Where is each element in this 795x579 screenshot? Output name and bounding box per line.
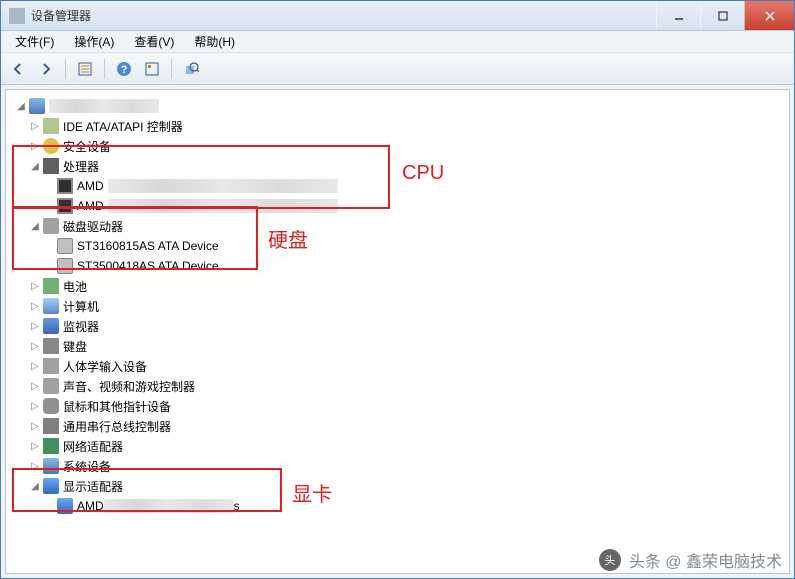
device-manager-window: 设备管理器 文件(F) 操作(A) 查看(V) 帮助(H) — [0, 0, 795, 579]
pc-icon — [43, 298, 59, 314]
display-item-icon — [57, 498, 73, 514]
expander-icon[interactable]: ▷ — [28, 459, 42, 473]
expander-icon[interactable]: ▷ — [28, 279, 42, 293]
tree-disk-item[interactable]: ST3500418AS ATA Device — [10, 256, 785, 276]
disk-item-icon — [57, 258, 73, 274]
toolbar-separator — [171, 59, 172, 79]
watermark-text: 头条 @ 鑫荣电脑技术 — [629, 548, 782, 572]
detail-button[interactable] — [141, 58, 163, 80]
disk-icon — [43, 218, 59, 234]
scan-button[interactable] — [180, 58, 202, 80]
computer-icon — [29, 98, 45, 114]
menu-help[interactable]: 帮助(H) — [184, 31, 245, 52]
monitor-icon — [43, 318, 59, 334]
expander-icon[interactable]: ▷ — [28, 359, 42, 373]
audio-icon — [43, 378, 59, 394]
minimize-button[interactable] — [656, 1, 700, 30]
expander-icon[interactable]: ▷ — [28, 119, 42, 133]
expander-icon[interactable]: ◢ — [14, 99, 28, 113]
help-button[interactable]: ? — [113, 58, 135, 80]
tree-root[interactable]: ◢ — [10, 96, 785, 116]
expander-icon[interactable]: ▷ — [28, 419, 42, 433]
forward-button[interactable] — [35, 58, 57, 80]
disk-item-icon — [57, 238, 73, 254]
expander-icon[interactable]: ◢ — [28, 219, 42, 233]
tree-audio[interactable]: ▷ 声音、视频和游戏控制器 — [10, 376, 785, 396]
tree-disk[interactable]: ◢ 磁盘驱动器 — [10, 216, 785, 236]
tree-keyboard[interactable]: ▷ 键盘 — [10, 336, 785, 356]
tree-system[interactable]: ▷ 系统设备 — [10, 456, 785, 476]
menubar: 文件(F) 操作(A) 查看(V) 帮助(H) — [1, 31, 794, 53]
tree-processor-item[interactable]: AMD — [10, 176, 785, 196]
tree-hid[interactable]: ▷ 人体学输入设备 — [10, 356, 785, 376]
properties-button[interactable] — [74, 58, 96, 80]
tree-display-item[interactable]: AMD s — [10, 496, 785, 516]
gpu-model-blurred — [104, 499, 234, 513]
expander-icon[interactable]: ▷ — [28, 439, 42, 453]
cpu-item-icon — [57, 198, 73, 214]
expander-icon[interactable]: ◢ — [28, 479, 42, 493]
app-icon — [9, 8, 25, 24]
maximize-button[interactable] — [700, 1, 744, 30]
tree-monitor[interactable]: ▷ 监视器 — [10, 316, 785, 336]
tree-processor-item[interactable]: AMD — [10, 196, 785, 216]
expander-icon[interactable]: ▷ — [28, 379, 42, 393]
keyboard-icon — [43, 338, 59, 354]
expander-icon[interactable]: ◢ — [28, 159, 42, 173]
back-button[interactable] — [7, 58, 29, 80]
tree-ide[interactable]: ▷ IDE ATA/ATAPI 控制器 — [10, 116, 785, 136]
tree-mouse[interactable]: ▷ 鼠标和其他指针设备 — [10, 396, 785, 416]
close-button[interactable] — [744, 1, 794, 30]
tree-security[interactable]: ▷ 安全设备 — [10, 136, 785, 156]
toolbar: ? — [1, 53, 794, 85]
cpu-icon — [43, 158, 59, 174]
expander-icon[interactable]: ▷ — [28, 299, 42, 313]
titlebar: 设备管理器 — [1, 1, 794, 31]
menu-action[interactable]: 操作(A) — [64, 31, 124, 52]
cpu-item-icon — [57, 178, 73, 194]
expander-icon[interactable]: ▷ — [28, 139, 42, 153]
tree-computer[interactable]: ▷ 计算机 — [10, 296, 785, 316]
network-icon — [43, 438, 59, 454]
tree-usb[interactable]: ▷ 通用串行总线控制器 — [10, 416, 785, 436]
expander-icon[interactable]: ▷ — [28, 319, 42, 333]
window-title: 设备管理器 — [31, 7, 656, 24]
tree-processor[interactable]: ◢ 处理器 — [10, 156, 785, 176]
cpu-model-blurred — [108, 179, 338, 193]
device-tree[interactable]: ◢ ▷ IDE ATA/ATAPI 控制器 ▷ 安全设备 ◢ — [5, 89, 790, 574]
mouse-icon — [43, 398, 59, 414]
usb-icon — [43, 418, 59, 434]
svg-text:?: ? — [121, 64, 128, 76]
menu-file[interactable]: 文件(F) — [5, 31, 64, 52]
expander-icon[interactable]: ▷ — [28, 339, 42, 353]
watermark-logo-icon: 头 — [599, 549, 621, 571]
watermark: 头 头条 @ 鑫荣电脑技术 — [599, 548, 782, 572]
system-icon — [43, 458, 59, 474]
toolbar-separator — [104, 59, 105, 79]
battery-icon — [43, 278, 59, 294]
tree-battery[interactable]: ▷ 电池 — [10, 276, 785, 296]
tree-display[interactable]: ◢ 显示适配器 — [10, 476, 785, 496]
computer-name-blurred — [49, 99, 159, 113]
tree-network[interactable]: ▷ 网络适配器 — [10, 436, 785, 456]
cpu-model-blurred — [108, 199, 338, 213]
expander-icon[interactable]: ▷ — [28, 399, 42, 413]
toolbar-separator — [65, 59, 66, 79]
ide-icon — [43, 118, 59, 134]
tree-disk-item[interactable]: ST3160815AS ATA Device — [10, 236, 785, 256]
security-icon — [43, 138, 59, 154]
display-icon — [43, 478, 59, 494]
menu-view[interactable]: 查看(V) — [124, 31, 184, 52]
hid-icon — [43, 358, 59, 374]
